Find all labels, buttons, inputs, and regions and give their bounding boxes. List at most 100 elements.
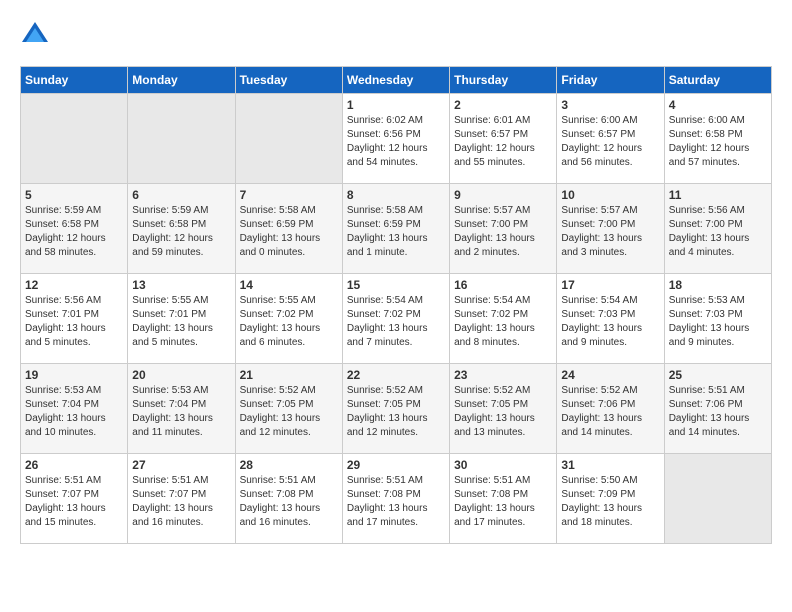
day-info: Sunrise: 5:52 AMSunset: 7:05 PMDaylight:… (240, 384, 338, 440)
calendar-day-cell: 20Sunrise: 5:53 AMSunset: 7:04 PMDayligh… (128, 364, 235, 454)
day-number: 23 (454, 368, 552, 382)
calendar-day-cell (128, 94, 235, 184)
day-number: 16 (454, 278, 552, 292)
calendar-day-cell: 14 Sunrise: 5:55 AMSunset: 7:02 PMDayligh… (235, 274, 342, 364)
day-info: Sunrise: 5:52 AMSunset: 7:05 PMDaylight:… (347, 384, 445, 440)
day-number: 11 (669, 188, 767, 202)
day-info: Sunrise: 5:59 AMSunset: 6:58 PMDaylight:… (132, 204, 230, 260)
day-info: Sunrise: 5:51 AMSunset: 7:06 PMDaylight:… (669, 384, 767, 440)
calendar-week-row: 1 Sunrise: 6:02 AMSunset: 6:56 PMDaylight… (21, 94, 772, 184)
day-number: 17 (561, 278, 659, 292)
day-info: Sunrise: 5:59 AMSunset: 6:58 PMDaylight:… (25, 204, 123, 260)
day-number: 29 (347, 458, 445, 472)
header-row: SundayMondayTuesdayWednesdayThursdayFrid… (21, 67, 772, 94)
calendar-day-cell: 25 Sunrise: 5:51 AMSunset: 7:06 PMDayligh… (664, 364, 771, 454)
day-info: Sunrise: 5:52 AMSunset: 7:06 PMDaylight:… (561, 384, 659, 440)
day-number: 14 (240, 278, 338, 292)
day-info: Sunrise: 5:51 AMSunset: 7:08 PMDaylight:… (347, 474, 445, 530)
day-info: Sunrise: 5:57 AMSunset: 7:00 PMDaylight:… (454, 204, 552, 260)
day-number: 10 (561, 188, 659, 202)
day-number: 6 (132, 188, 230, 202)
logo (20, 20, 54, 50)
day-number: 13 (132, 278, 230, 292)
header-cell: Tuesday (235, 67, 342, 94)
calendar-day-cell: 16 Sunrise: 5:54 AMSunset: 7:02 PMDayligh… (450, 274, 557, 364)
day-info: Sunrise: 5:56 AMSunset: 7:01 PMDaylight:… (25, 294, 123, 350)
calendar-week-row: 19 Sunrise: 5:53 AMSunset: 7:04 PMDayligh… (21, 364, 772, 454)
calendar-day-cell: 11 Sunrise: 5:56 AMSunset: 7:00 PMDayligh… (664, 184, 771, 274)
day-number: 27 (132, 458, 230, 472)
day-number: 31 (561, 458, 659, 472)
day-number: 15 (347, 278, 445, 292)
day-info: Sunrise: 5:58 AMSunset: 6:59 PMDaylight:… (240, 204, 338, 260)
day-number: 4 (669, 98, 767, 112)
calendar-week-row: 12 Sunrise: 5:56 AMSunset: 7:01 PMDayligh… (21, 274, 772, 364)
calendar-header: SundayMondayTuesdayWednesdayThursdayFrid… (21, 67, 772, 94)
calendar-day-cell: 12 Sunrise: 5:56 AMSunset: 7:01 PMDayligh… (21, 274, 128, 364)
day-number: 9 (454, 188, 552, 202)
day-number: 7 (240, 188, 338, 202)
day-number: 2 (454, 98, 552, 112)
calendar-day-cell: 6 Sunrise: 5:59 AMSunset: 6:58 PMDaylight… (128, 184, 235, 274)
calendar-day-cell: 19 Sunrise: 5:53 AMSunset: 7:04 PMDayligh… (21, 364, 128, 454)
calendar-day-cell: 17 Sunrise: 5:54 AMSunset: 7:03 PMDayligh… (557, 274, 664, 364)
calendar-day-cell: 15Sunrise: 5:54 AMSunset: 7:02 PMDayligh… (342, 274, 449, 364)
day-info: Sunrise: 5:51 AMSunset: 7:08 PMDaylight:… (240, 474, 338, 530)
calendar-day-cell (664, 454, 771, 544)
day-info: Sunrise: 5:53 AMSunset: 7:04 PMDaylight:… (132, 384, 230, 440)
calendar-day-cell: 9 Sunrise: 5:57 AMSunset: 7:00 PMDaylight… (450, 184, 557, 274)
day-info: Sunrise: 5:55 AMSunset: 7:01 PMDaylight:… (132, 294, 230, 350)
day-info: Sunrise: 6:00 AMSunset: 6:57 PMDaylight:… (561, 114, 659, 170)
calendar-day-cell: 28 Sunrise: 5:51 AMSunset: 7:08 PMDayligh… (235, 454, 342, 544)
day-number: 18 (669, 278, 767, 292)
calendar-day-cell: 7 Sunrise: 5:58 AMSunset: 6:59 PMDaylight… (235, 184, 342, 274)
header-cell: Saturday (664, 67, 771, 94)
day-info: Sunrise: 5:51 AMSunset: 7:07 PMDaylight:… (132, 474, 230, 530)
calendar-day-cell: 21 Sunrise: 5:52 AMSunset: 7:05 PMDayligh… (235, 364, 342, 454)
day-info: Sunrise: 6:01 AMSunset: 6:57 PMDaylight:… (454, 114, 552, 170)
day-number: 21 (240, 368, 338, 382)
day-number: 19 (25, 368, 123, 382)
day-number: 24 (561, 368, 659, 382)
day-info: Sunrise: 5:56 AMSunset: 7:00 PMDaylight:… (669, 204, 767, 260)
header-cell: Monday (128, 67, 235, 94)
day-number: 28 (240, 458, 338, 472)
calendar-week-row: 5 Sunrise: 5:59 AMSunset: 6:58 PMDaylight… (21, 184, 772, 274)
day-number: 1 (347, 98, 445, 112)
day-info: Sunrise: 5:57 AMSunset: 7:00 PMDaylight:… (561, 204, 659, 260)
calendar-day-cell: 29 Sunrise: 5:51 AMSunset: 7:08 PMDayligh… (342, 454, 449, 544)
calendar-day-cell: 2 Sunrise: 6:01 AMSunset: 6:57 PMDaylight… (450, 94, 557, 184)
day-number: 12 (25, 278, 123, 292)
calendar-day-cell: 10 Sunrise: 5:57 AMSunset: 7:00 PMDayligh… (557, 184, 664, 274)
calendar-day-cell: 24 Sunrise: 5:52 AMSunset: 7:06 PMDayligh… (557, 364, 664, 454)
day-number: 8 (347, 188, 445, 202)
day-info: Sunrise: 5:55 AMSunset: 7:02 PMDaylight:… (240, 294, 338, 350)
day-info: Sunrise: 6:02 AMSunset: 6:56 PMDaylight:… (347, 114, 445, 170)
day-number: 30 (454, 458, 552, 472)
page-header (20, 20, 772, 50)
day-number: 22 (347, 368, 445, 382)
calendar-day-cell: 18Sunrise: 5:53 AMSunset: 7:03 PMDayligh… (664, 274, 771, 364)
day-info: Sunrise: 5:54 AMSunset: 7:02 PMDaylight:… (454, 294, 552, 350)
calendar-day-cell (21, 94, 128, 184)
day-info: Sunrise: 5:54 AMSunset: 7:03 PMDaylight:… (561, 294, 659, 350)
calendar-day-cell: 23 Sunrise: 5:52 AMSunset: 7:05 PMDayligh… (450, 364, 557, 454)
day-number: 26 (25, 458, 123, 472)
day-number: 5 (25, 188, 123, 202)
calendar-day-cell: 31Sunrise: 5:50 AMSunset: 7:09 PMDayligh… (557, 454, 664, 544)
header-cell: Friday (557, 67, 664, 94)
calendar-day-cell: 5 Sunrise: 5:59 AMSunset: 6:58 PMDaylight… (21, 184, 128, 274)
day-info: Sunrise: 5:58 AMSunset: 6:59 PMDaylight:… (347, 204, 445, 260)
day-number: 25 (669, 368, 767, 382)
logo-icon (20, 20, 50, 50)
day-info: Sunrise: 5:53 AMSunset: 7:04 PMDaylight:… (25, 384, 123, 440)
day-number: 3 (561, 98, 659, 112)
header-cell: Thursday (450, 67, 557, 94)
day-info: Sunrise: 5:52 AMSunset: 7:05 PMDaylight:… (454, 384, 552, 440)
calendar-table: SundayMondayTuesdayWednesdayThursdayFrid… (20, 66, 772, 544)
calendar-body: 1 Sunrise: 6:02 AMSunset: 6:56 PMDaylight… (21, 94, 772, 544)
calendar-day-cell: 26Sunrise: 5:51 AMSunset: 7:07 PMDayligh… (21, 454, 128, 544)
calendar-day-cell: 3 Sunrise: 6:00 AMSunset: 6:57 PMDaylight… (557, 94, 664, 184)
calendar-day-cell: 30Sunrise: 5:51 AMSunset: 7:08 PMDayligh… (450, 454, 557, 544)
header-cell: Wednesday (342, 67, 449, 94)
